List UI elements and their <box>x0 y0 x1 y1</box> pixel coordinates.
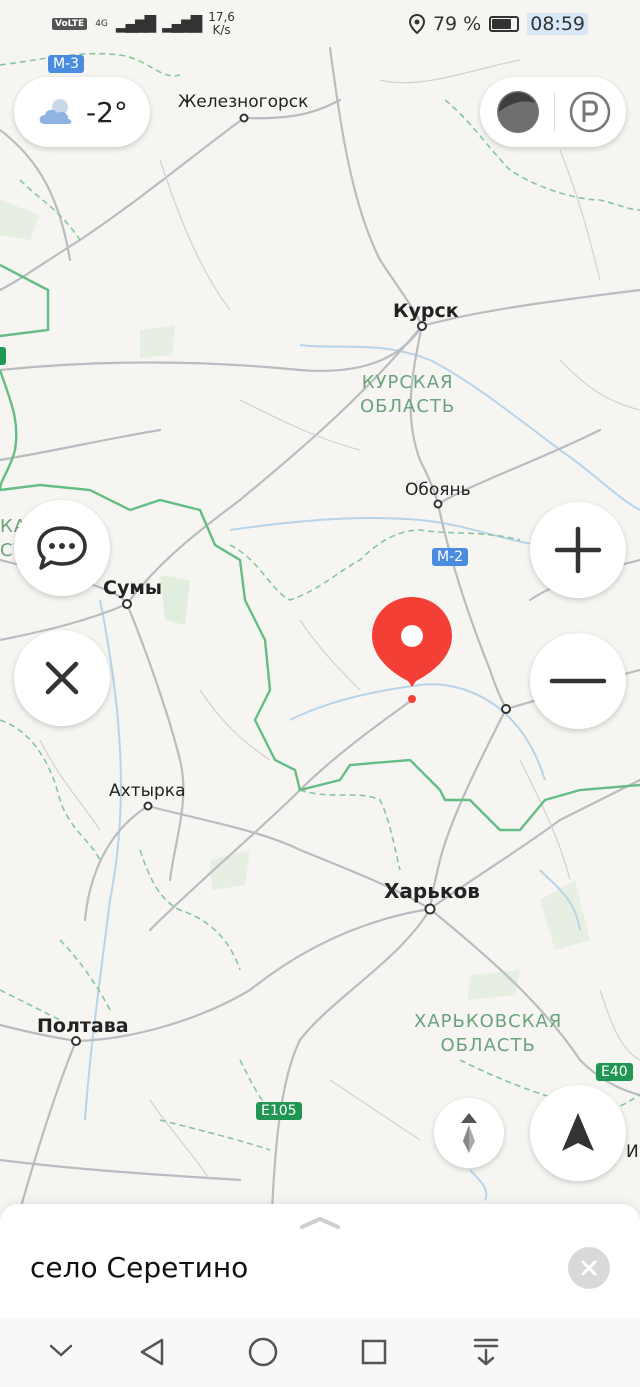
cloud-sun-icon <box>39 99 72 124</box>
region-label-clipped-right: И <box>626 1142 639 1162</box>
zoom-in-button[interactable] <box>530 502 626 598</box>
region-kursk-line2: ОБЛАСТЬ <box>360 396 456 417</box>
region-kursk-line1: КУРСКАЯ <box>361 372 454 393</box>
parking-button[interactable] <box>568 90 612 134</box>
map-options-pill <box>480 77 626 147</box>
divider <box>553 92 555 132</box>
chevron-down-icon[interactable] <box>48 1342 74 1358</box>
network-gen-label: 4G <box>95 19 108 29</box>
map-layers-button[interactable] <box>495 89 541 135</box>
status-left: VoLTE 4G ▂▄▆█ ▂▄▆█ 17,6 K/s <box>52 11 235 37</box>
location-pin[interactable] <box>370 595 454 705</box>
my-location-button[interactable] <box>530 1085 626 1181</box>
status-right: 79 % 08:59 <box>408 13 588 35</box>
status-bar: VoLTE 4G ▂▄▆█ ▂▄▆█ 17,6 K/s 79 % 08:59 <box>0 0 640 48</box>
battery-fill <box>492 19 511 29</box>
compass-button[interactable] <box>434 1098 504 1168</box>
signal-bars-icon: ▂▄▆█ <box>115 15 156 33</box>
system-nav-bar <box>0 1318 640 1387</box>
chat-bubble-icon <box>37 526 87 570</box>
temperature: -2° <box>86 95 128 129</box>
back-icon[interactable] <box>138 1337 166 1367</box>
road-shield-m3: М-3 <box>48 55 85 73</box>
region-label-kharkov: ХАРЬКОВСКАЯ ОБЛАСТЬ <box>414 1010 562 1058</box>
city-label-kharkov[interactable]: Харьков <box>384 879 480 903</box>
region-kharkov-line1: ХАРЬКОВСКАЯ <box>414 1011 563 1032</box>
battery-percent: 79 % <box>432 13 482 35</box>
location-icon <box>408 14 425 34</box>
chevron-up-icon[interactable] <box>298 1214 342 1230</box>
battery-icon <box>489 16 520 32</box>
compass-icon <box>461 1113 477 1153</box>
chat-button[interactable] <box>14 500 110 596</box>
network-speed: 17,6 K/s <box>208 11 235 37</box>
navigation-arrow-icon <box>562 1113 594 1151</box>
parking-icon <box>569 91 610 133</box>
city-label-sumy[interactable]: Сумы <box>103 577 162 599</box>
city-label-kursk[interactable]: Курск <box>393 300 459 322</box>
city-label-zheleznogorsk[interactable]: Железногорск <box>178 92 308 112</box>
road-shield-e40: E40 <box>596 1063 633 1081</box>
bottom-sheet[interactable]: село Серетино <box>0 1204 640 1318</box>
signal-bars-2-icon: ▂▄▆█ <box>162 15 202 33</box>
close-sheet-button[interactable] <box>568 1247 610 1289</box>
weather-widget[interactable]: -2° <box>14 77 150 147</box>
home-icon[interactable] <box>247 1336 279 1368</box>
minus-icon <box>549 678 607 684</box>
map-layers-icon <box>496 91 539 133</box>
city-label-poltava[interactable]: Полтава <box>37 1015 129 1037</box>
road-shield-clipped <box>0 347 6 365</box>
city-label-oboyan[interactable]: Обоянь <box>405 480 471 500</box>
region-label-kursk: КУРСКАЯ ОБЛАСТЬ <box>360 371 455 419</box>
network-speed-unit: K/s <box>212 23 231 37</box>
recents-icon[interactable] <box>360 1338 388 1366</box>
close-route-button[interactable] <box>14 630 110 726</box>
volte-badge: VoLTE <box>52 18 88 30</box>
notifications-pull-icon[interactable] <box>472 1336 500 1368</box>
close-icon <box>45 661 79 695</box>
map-canvas[interactable]: Железногорск Курск Обоянь Сумы Ахтырка Х… <box>0 0 640 1210</box>
zoom-out-button[interactable] <box>530 633 626 729</box>
close-icon <box>581 1260 597 1276</box>
region-kharkov-line2: ОБЛАСТЬ <box>440 1035 536 1056</box>
pin-marker-icon <box>372 597 452 703</box>
road-shield-e105: E105 <box>256 1102 302 1120</box>
road-shield-m2: М-2 <box>432 548 469 566</box>
clock: 08:59 <box>527 13 588 35</box>
plus-icon <box>554 526 602 574</box>
city-label-akhtyrka[interactable]: Ахтырка <box>109 781 186 801</box>
place-title: село Серетино <box>30 1251 249 1284</box>
